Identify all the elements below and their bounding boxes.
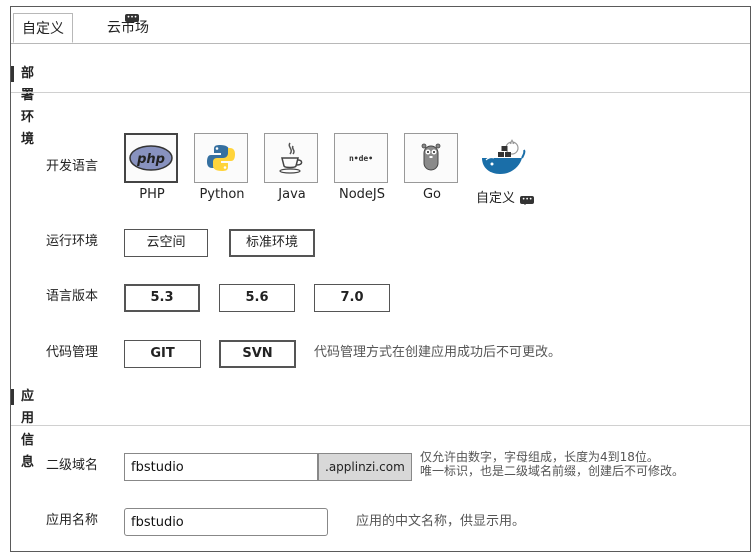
more-badge-icon: •••: [125, 14, 139, 23]
app-create-form: 自定义 云市场 ••• 部署环境 开发语言 php PHP Python Jav…: [10, 6, 751, 552]
code-option-svn[interactable]: SVN: [219, 340, 296, 368]
svg-text:n•de•: n•de•: [349, 154, 373, 163]
lang-name: Go: [422, 187, 442, 202]
code-option-git[interactable]: GIT: [124, 340, 201, 368]
python-logo-icon: [194, 133, 248, 183]
lang-name-custom: 自定义: [476, 191, 516, 206]
runtime-option-cloud-space[interactable]: 云空间: [124, 229, 208, 257]
lang-option-java[interactable]: Java: [264, 133, 320, 202]
lang-option-python[interactable]: Python: [194, 133, 250, 202]
app-name-label: 应用名称: [46, 513, 99, 528]
lang-option-custom[interactable]: 自定义 •••: [474, 133, 544, 206]
subdomain-hint-unique: 唯一标识，也是二级域名前缀，创建后不可修改。: [420, 464, 685, 478]
section-bar: [11, 66, 14, 82]
section-app-info-title: 应用信息: [21, 389, 35, 470]
app-name-hint: 应用的中文名称，供显示用。: [356, 514, 526, 529]
lang-name: NodeJS: [338, 187, 385, 202]
lang-option-php[interactable]: php PHP: [124, 133, 180, 202]
code-management-hint: 代码管理方式在创建应用成功后不可更改。: [314, 345, 562, 360]
section-bar: [11, 389, 14, 405]
code-management-label: 代码管理: [46, 345, 99, 360]
divider: [11, 425, 750, 426]
version-option-5-6[interactable]: 5.6: [219, 284, 295, 312]
svg-text:php: php: [136, 152, 165, 167]
subdomain-label: 二级域名: [46, 458, 99, 473]
lang-name: Python: [199, 187, 245, 202]
go-gopher-icon: [404, 133, 458, 183]
docker-whale-icon: [474, 133, 530, 183]
lang-option-nodejs[interactable]: n•de• NodeJS: [334, 133, 390, 202]
version-option-5-3[interactable]: 5.3: [124, 284, 200, 312]
dev-language-label: 开发语言: [46, 159, 99, 174]
lang-option-go[interactable]: Go: [404, 133, 460, 202]
lang-name: 自定义 •••: [474, 187, 544, 206]
tab-cloud-market[interactable]: 云市场 •••: [99, 13, 157, 43]
nodejs-logo-icon: n•de•: [334, 133, 388, 183]
divider: [11, 92, 750, 93]
language-version-label: 语言版本: [46, 289, 99, 304]
runtime-option-standard[interactable]: 标准环境: [229, 229, 315, 257]
runtime-label: 运行环境: [46, 234, 99, 249]
java-logo-icon: [264, 133, 318, 183]
tab-custom[interactable]: 自定义: [13, 13, 73, 43]
lang-name: PHP: [139, 187, 165, 202]
lang-name: Java: [278, 187, 306, 202]
version-option-7-0[interactable]: 7.0: [314, 284, 390, 312]
subdomain-input[interactable]: [124, 453, 318, 481]
section-deploy-title: 部署环境: [21, 66, 35, 147]
app-name-input[interactable]: [124, 508, 328, 536]
domain-suffix: .applinzi.com: [318, 453, 412, 481]
php-logo-icon: php: [124, 133, 178, 183]
more-badge-icon: •••: [520, 196, 535, 205]
tab-bar: 自定义 云市场 •••: [11, 7, 750, 44]
